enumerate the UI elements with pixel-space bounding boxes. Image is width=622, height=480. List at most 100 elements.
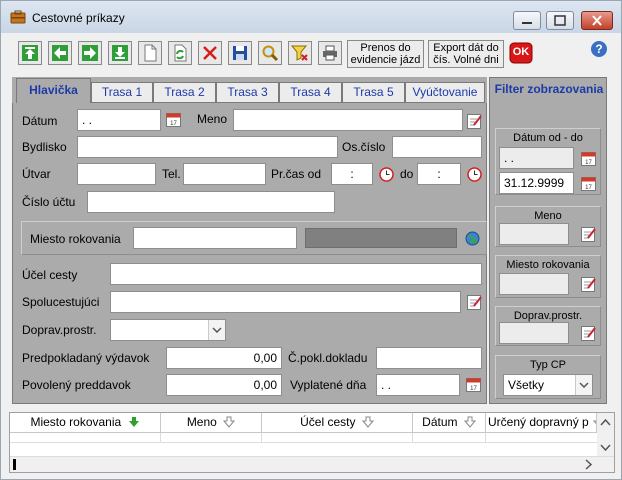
oscislo-input[interactable] xyxy=(392,136,482,158)
prcas-from-input[interactable]: : xyxy=(331,163,373,185)
filter-meno-group: Meno xyxy=(495,206,601,247)
filter-meno-label: Meno xyxy=(534,210,562,222)
refresh-icon xyxy=(174,44,187,62)
previous-record-button[interactable] xyxy=(48,41,72,65)
tab-hlavicka[interactable]: Hlavička xyxy=(16,78,91,104)
tel-input[interactable] xyxy=(183,163,266,185)
prcas-to-input[interactable]: : xyxy=(417,163,461,185)
filter-meno-input[interactable] xyxy=(499,223,569,245)
miesto-input[interactable] xyxy=(133,227,297,249)
tab-trasa-4[interactable]: Trasa 4 xyxy=(279,82,342,103)
vertical-scrollbar[interactable] xyxy=(597,413,614,457)
spolucestujuci-input[interactable] xyxy=(110,291,461,313)
transfer-label-line1: Prenos do xyxy=(360,42,411,54)
predpokladany-input[interactable]: 0,00 xyxy=(166,347,282,369)
cpokl-input[interactable] xyxy=(376,347,482,369)
tab-vyuctovanie[interactable]: Vyúčtovanie xyxy=(405,82,485,103)
transfer-trips-button[interactable]: Prenos do evidencie jázd xyxy=(347,40,424,68)
horizontal-scrollbar[interactable] xyxy=(10,456,614,472)
miesto-rokovania-group: Miesto rokovania xyxy=(21,221,487,255)
scroll-right-icon[interactable] xyxy=(580,457,596,472)
sort-down-icon xyxy=(463,416,476,428)
last-record-button[interactable] xyxy=(108,41,132,65)
tab-trasa-2[interactable]: Trasa 2 xyxy=(153,82,216,103)
column-header-meno[interactable]: Meno xyxy=(161,413,262,433)
sort-down-green-icon xyxy=(128,417,139,427)
vyplatene-input[interactable]: . . xyxy=(376,374,460,396)
header-tab-content: Dátum . . 17 Meno Bydlisko Os.číslo Útva… xyxy=(12,103,487,404)
title-bar: Cestovné príkazy xyxy=(1,1,621,33)
doprav-select[interactable] xyxy=(110,319,226,341)
ucel-input[interactable] xyxy=(110,263,482,285)
edit-list-icon[interactable] xyxy=(581,276,596,292)
clock-icon[interactable] xyxy=(467,167,482,182)
column-header-doprava-label: Určený dopravný p xyxy=(488,415,589,429)
minimize-button[interactable] xyxy=(513,11,541,30)
toolbar: Prenos do evidencie jázd Export dát do č… xyxy=(1,33,621,71)
scroll-down-icon[interactable] xyxy=(597,437,614,457)
edit-list-icon[interactable] xyxy=(581,325,596,341)
filter-datum-from[interactable]: . . xyxy=(499,147,574,169)
clear-filter-button[interactable] xyxy=(288,41,312,65)
save-button[interactable] xyxy=(228,41,252,65)
calendar-icon[interactable]: 17 xyxy=(581,176,596,191)
column-header-datum[interactable]: Dátum xyxy=(413,413,486,433)
filter-doprav-input[interactable] xyxy=(499,322,569,344)
table-row[interactable] xyxy=(10,433,597,443)
column-header-miesto[interactable]: Miesto rokovania xyxy=(10,413,161,433)
new-record-button[interactable] xyxy=(138,41,162,65)
ok-button[interactable]: OK xyxy=(509,42,533,64)
clock-icon[interactable] xyxy=(379,167,394,182)
calendar-icon[interactable]: 17 xyxy=(581,151,596,166)
edit-list-icon[interactable] xyxy=(581,226,596,242)
tab-trasa-1[interactable]: Trasa 1 xyxy=(91,82,153,103)
briefcase-icon xyxy=(10,10,26,24)
sort-down-icon xyxy=(223,416,236,428)
scroll-up-icon[interactable] xyxy=(597,413,614,433)
bydlisko-input[interactable] xyxy=(77,136,338,158)
scroll-thumb[interactable] xyxy=(13,459,16,470)
miesto-label: Miesto rokovania xyxy=(30,232,121,246)
utvar-input[interactable] xyxy=(77,163,156,185)
filter-doprav-group: Doprav.prostr. xyxy=(495,306,601,346)
svg-text:17: 17 xyxy=(170,121,177,127)
filter-datum-to[interactable]: 31.12.9999 xyxy=(499,172,574,194)
ok-label: OK xyxy=(512,46,530,58)
refresh-button[interactable] xyxy=(168,41,192,65)
first-record-button[interactable] xyxy=(18,41,42,65)
export-label-line1: Export dát do xyxy=(433,42,499,54)
edit-list-icon[interactable] xyxy=(467,294,482,310)
tab-trasa-5[interactable]: Trasa 5 xyxy=(342,82,405,103)
calendar-icon[interactable]: 17 xyxy=(466,377,481,392)
globe-icon[interactable] xyxy=(465,231,480,246)
filter-miesto-input[interactable] xyxy=(499,273,569,295)
meno-input[interactable] xyxy=(233,109,463,131)
filter-typ-select[interactable]: Všetky xyxy=(503,374,593,396)
cpokl-label: Č.pokl.dokladu xyxy=(288,351,368,365)
app-window: Cestovné príkazy Prenos do evidencie jáz… xyxy=(0,0,622,480)
column-header-ucel-label: Účel cesty xyxy=(300,415,356,429)
cislo-uctu-input[interactable] xyxy=(87,191,335,213)
export-label-line2: čís. Volné dni xyxy=(433,54,499,66)
column-header-ucel[interactable]: Účel cesty xyxy=(262,413,413,433)
calendar-icon[interactable]: 17 xyxy=(166,112,181,127)
datum-input[interactable]: . . xyxy=(77,109,161,131)
search-button[interactable] xyxy=(258,41,282,65)
bydlisko-label: Bydlisko xyxy=(22,140,67,154)
column-header-datum-label: Dátum xyxy=(422,415,458,429)
close-button[interactable] xyxy=(581,11,613,30)
edit-list-icon[interactable] xyxy=(467,113,482,129)
filter-typ-group: Typ CP Všetky xyxy=(495,355,601,399)
column-header-doprava[interactable]: Určený dopravný p xyxy=(486,413,597,433)
povoleny-input[interactable]: 0,00 xyxy=(166,374,282,396)
maximize-button[interactable] xyxy=(546,11,574,30)
tab-trasa-3[interactable]: Trasa 3 xyxy=(216,82,279,103)
next-record-button[interactable] xyxy=(78,41,102,65)
export-holidays-button[interactable]: Export dát do čís. Volné dni xyxy=(428,40,504,68)
maximize-icon xyxy=(554,15,566,26)
delete-button[interactable] xyxy=(198,41,222,65)
help-button[interactable]: ? xyxy=(591,41,607,57)
new-document-icon xyxy=(144,44,157,62)
print-button[interactable] xyxy=(318,41,342,65)
chevron-down-icon xyxy=(575,375,592,395)
